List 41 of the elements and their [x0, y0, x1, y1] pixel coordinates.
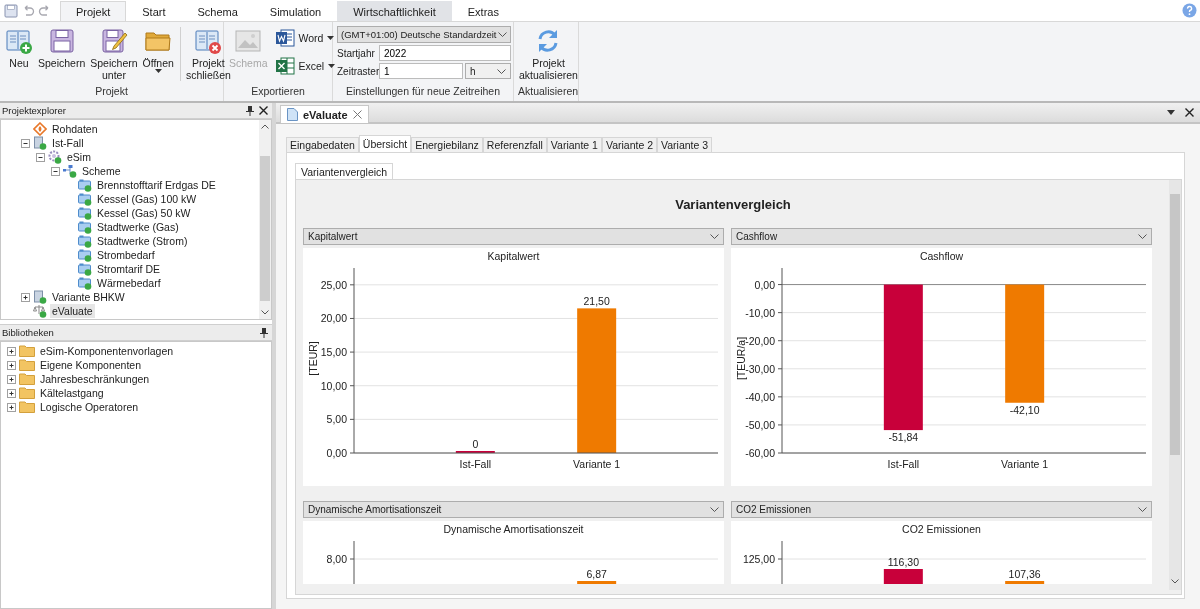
value-label: 116,30: [887, 556, 919, 568]
axis-label: 0,00: [326, 447, 347, 459]
value-label: 0: [472, 438, 479, 450]
axis-label: -10,00: [745, 306, 775, 319]
value-label: -51,84: [888, 431, 919, 444]
value-label: 21,50: [583, 295, 610, 308]
axis-title: [TEUR/a]: [735, 336, 747, 381]
axis-label: -40,00: [745, 390, 775, 403]
group-label: Exportieren: [250, 85, 306, 99]
axis-label: Ist-Fall: [459, 458, 492, 470]
axis-label: -30,00: [745, 362, 775, 375]
overview-title: Variantenvergleich: [674, 196, 792, 214]
chart-title: Cashflow: [918, 249, 965, 264]
value-label: 107,36: [1008, 568, 1041, 580]
field-label: Startjahr: [337, 47, 376, 59]
axis-label: 0,00: [754, 278, 775, 291]
axis-label: 10,00: [320, 379, 347, 392]
axis-label: Variante 1: [1001, 458, 1049, 470]
chart-title: CO2 Emissionen: [901, 522, 982, 537]
chart-title: Dynamische Amortisationszeit: [442, 522, 585, 537]
panel-title: Projektexplorer: [2, 105, 67, 116]
axis-label: 20,00: [320, 312, 347, 325]
value-label: -42,10: [1009, 403, 1040, 416]
axis-label: -50,00: [745, 418, 775, 431]
chart-title: Kapitalwert: [486, 249, 541, 264]
axis-label: -20,00: [745, 334, 775, 347]
value-label: 6,87: [586, 568, 607, 580]
axis-label: Variante 1: [573, 458, 621, 470]
axis-title: [TEUR]: [307, 341, 319, 376]
axis-label: 15,00: [320, 346, 347, 359]
group-label: Aktualisieren: [517, 85, 578, 99]
axis-label: 5,00: [326, 413, 347, 426]
axis-label: 8,00: [326, 553, 347, 565]
axis-label: -60,00: [745, 447, 775, 459]
panel-title: Bibliotheken: [2, 327, 55, 338]
axis-label: 125,00: [742, 553, 775, 565]
group-label: Einstellungen für neue Zeitreihen: [344, 85, 502, 99]
group-label: Projekt: [94, 85, 129, 99]
axis-label: 25,00: [320, 278, 347, 291]
axis-label: Ist-Fall: [887, 458, 920, 470]
field-label: Zeitraster: [337, 65, 377, 77]
